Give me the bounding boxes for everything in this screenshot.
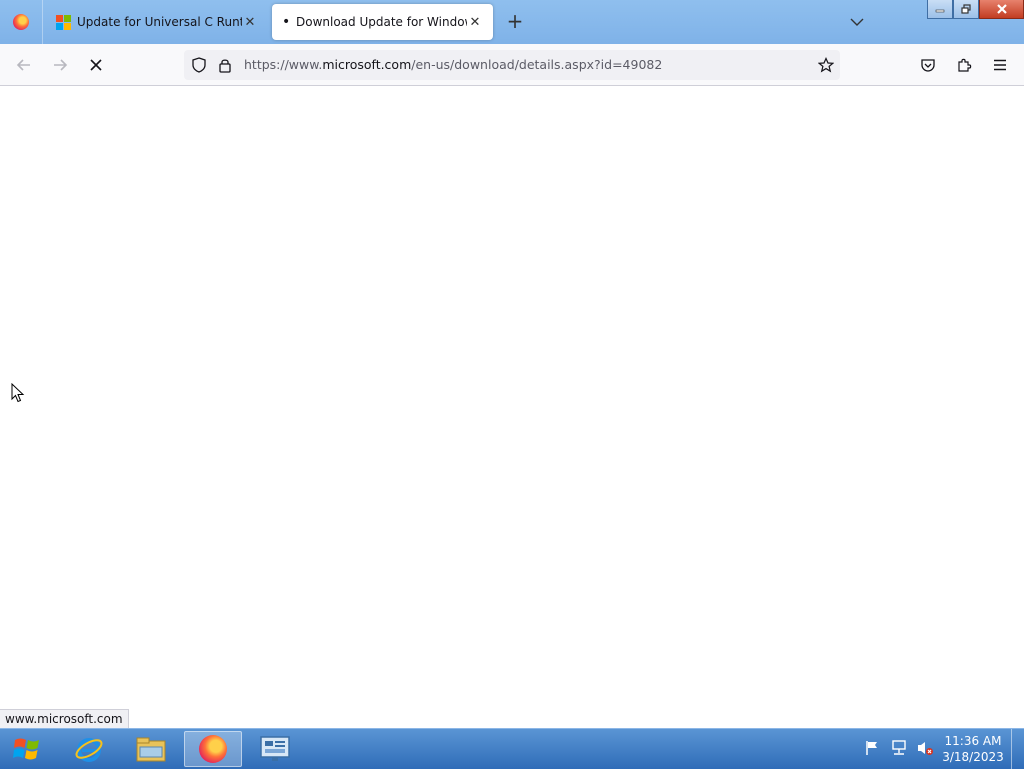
forward-arrow-icon [54, 59, 68, 71]
stop-x-icon [90, 59, 102, 71]
windows-logo-icon [13, 738, 39, 760]
server-manager-icon [260, 736, 290, 761]
firefox-icon [13, 14, 29, 30]
hamburger-menu-icon [994, 59, 1006, 71]
taskbar-internet-explorer[interactable] [60, 731, 118, 767]
page-content [0, 86, 1024, 728]
tab-download-update[interactable]: • Download Update for Windows Server 201… [272, 4, 493, 40]
minimize-button[interactable] [927, 0, 953, 19]
back-arrow-icon [16, 59, 30, 71]
window-controls [927, 0, 1024, 19]
action-center-flag-icon[interactable] [864, 739, 882, 757]
file-explorer-icon [136, 737, 166, 762]
close-icon [996, 4, 1007, 14]
network-icon[interactable] [890, 739, 908, 757]
pocket-icon [921, 59, 935, 72]
pocket-button[interactable] [914, 51, 942, 79]
app-menu-button[interactable] [986, 51, 1014, 79]
windows-taskbar: 11:36 AM 3/18/2023 [0, 728, 1024, 769]
tab-title: Update for Universal C Runtime in Window… [77, 15, 242, 29]
restore-button[interactable] [953, 0, 979, 19]
lock-icon[interactable] [218, 57, 232, 73]
list-all-tabs-button[interactable] [846, 12, 868, 32]
back-button[interactable] [10, 51, 38, 79]
url-path: /en-us/download/details.aspx?id=49082 [411, 57, 663, 72]
clock-date: 3/18/2023 [942, 750, 1004, 764]
clock-time: 11:36 AM [944, 734, 1002, 748]
status-panel: www.microsoft.com [0, 709, 129, 730]
url-text[interactable]: https://www.microsoft.com/en-us/download… [244, 57, 662, 72]
minimize-icon [935, 9, 945, 13]
taskbar-firefox[interactable] [184, 731, 242, 767]
volume-muted-icon[interactable] [916, 739, 934, 757]
stop-loading-button[interactable] [82, 51, 110, 79]
mouse-cursor-icon [11, 383, 25, 403]
puzzle-piece-icon [958, 58, 972, 72]
new-tab-button[interactable]: + [504, 10, 526, 34]
show-desktop-button[interactable] [1011, 729, 1024, 769]
tab-close-button[interactable]: ✕ [242, 15, 258, 30]
tab-title: Download Update for Windows Server 2012 … [296, 15, 467, 29]
chevron-down-icon [850, 18, 864, 26]
url-host: microsoft.com [322, 57, 412, 72]
firefox-view-button[interactable] [0, 0, 43, 44]
taskbar-file-explorer[interactable] [122, 731, 180, 767]
tab-universal-c-runtime[interactable]: Update for Universal C Runtime in Window… [46, 4, 268, 40]
notification-area [864, 739, 934, 757]
url-prefix: https://www. [244, 57, 323, 72]
forward-button[interactable] [46, 51, 74, 79]
extensions-button[interactable] [950, 51, 978, 79]
close-window-button[interactable] [979, 0, 1024, 19]
navigation-toolbar: https://www.microsoft.com/en-us/download… [0, 44, 1024, 86]
firefox-icon [199, 735, 227, 763]
taskbar-server-manager[interactable] [246, 731, 304, 767]
restore-icon [961, 4, 971, 14]
internet-explorer-icon [75, 738, 103, 762]
start-button[interactable] [4, 731, 50, 767]
loading-dot-icon: • [282, 14, 291, 30]
system-clock[interactable]: 11:36 AM 3/18/2023 [940, 733, 1006, 765]
bookmark-star-icon[interactable] [818, 57, 834, 73]
microsoft-logo-icon [56, 14, 71, 30]
tab-close-button[interactable]: ✕ [467, 15, 483, 30]
tracking-protection-shield-icon[interactable] [191, 57, 207, 73]
address-bar[interactable]: https://www.microsoft.com/en-us/download… [184, 50, 840, 80]
tab-strip: Update for Universal C Runtime in Window… [0, 0, 1024, 44]
